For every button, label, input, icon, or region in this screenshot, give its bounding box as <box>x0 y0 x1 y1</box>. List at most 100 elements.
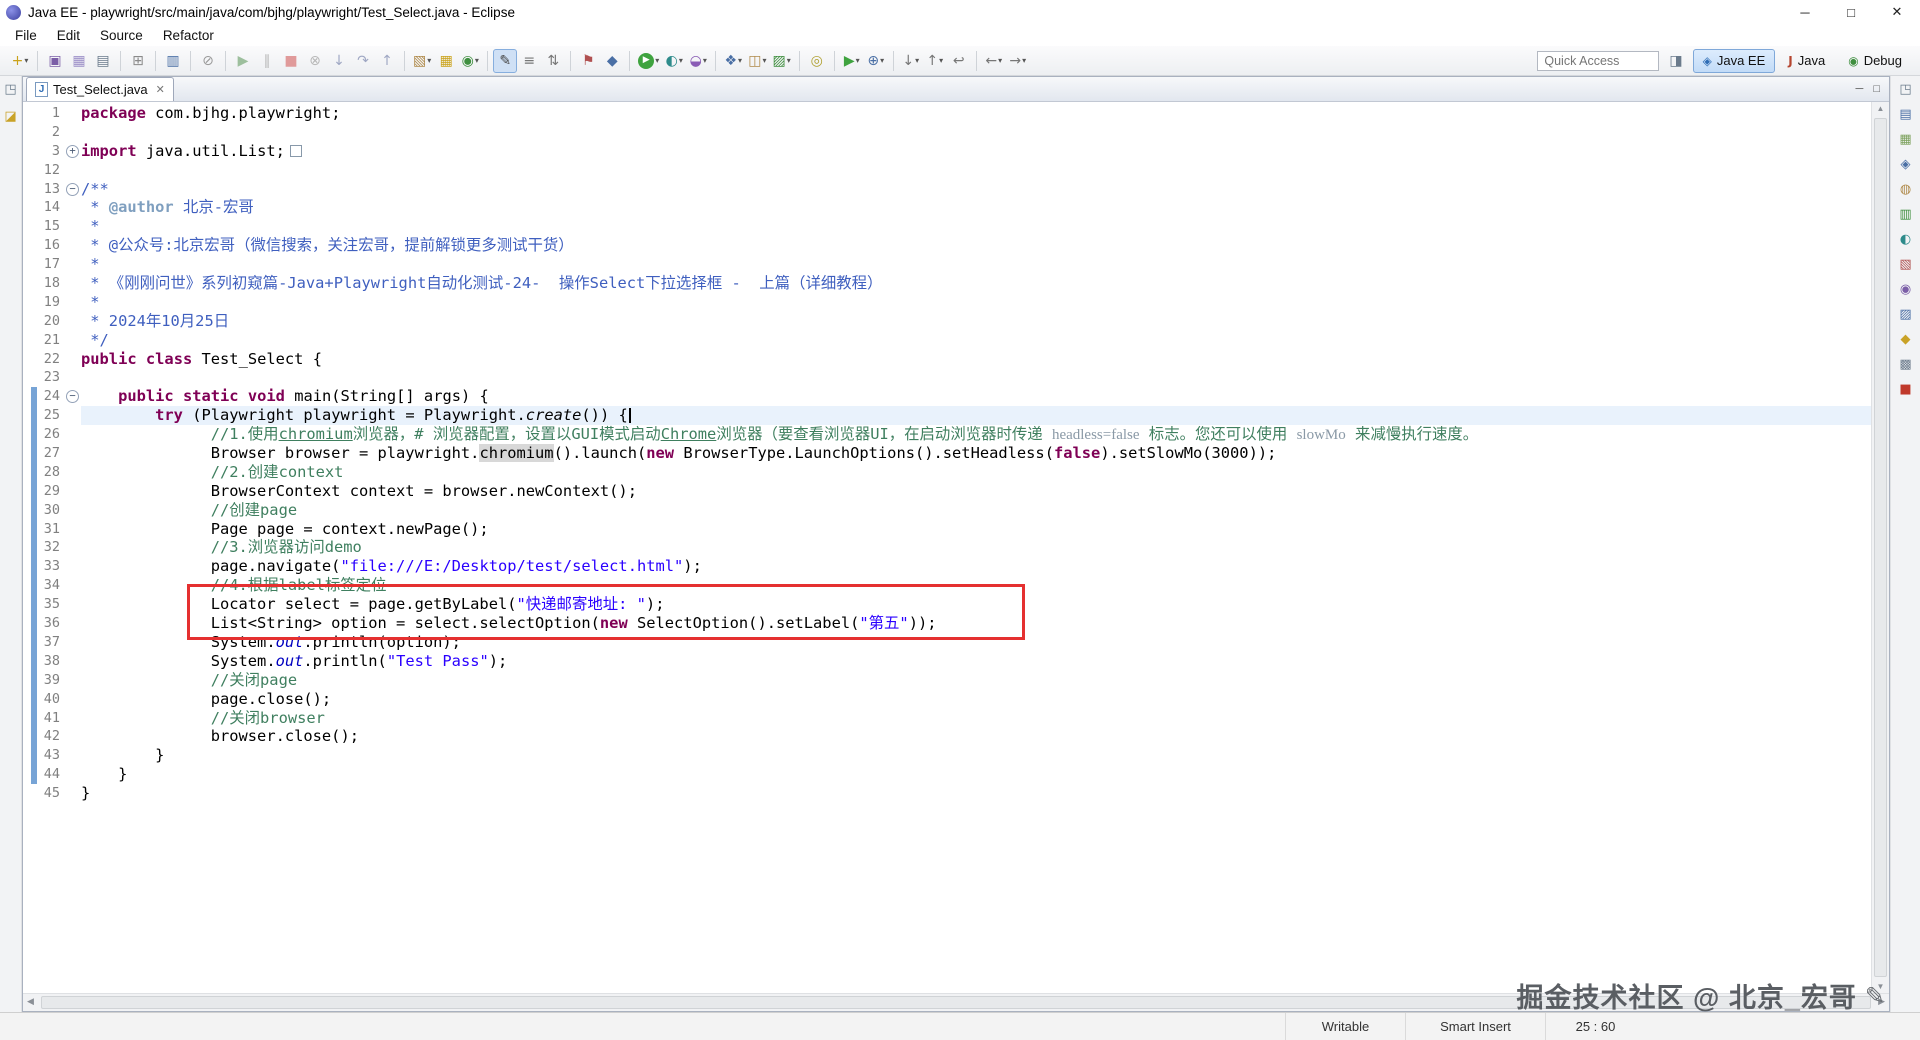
next-annotation-button[interactable]: ↓ ▾ <box>899 49 923 73</box>
search-button[interactable]: ◎ <box>805 49 829 73</box>
code-line-1[interactable]: 1 package com.bjhg.playwright; <box>23 104 1871 123</box>
code-line-20[interactable]: 20 * 2024年10月25日 <box>23 312 1871 331</box>
minimized-view-icon-1[interactable]: ▤ <box>1897 105 1915 123</box>
perspective-java[interactable]: J Java <box>1778 49 1835 73</box>
minimized-view-icon-10[interactable]: ◆ <box>1897 330 1915 348</box>
minimized-view-icon-12[interactable]: ■ <box>1897 380 1915 398</box>
code-line-14[interactable]: 14 * @author 北京-宏哥 <box>23 198 1871 217</box>
minimize-editor-button[interactable]: ─ <box>1856 83 1864 95</box>
resume-button[interactable]: ▶ <box>231 49 255 73</box>
tab-close-icon[interactable]: ✕ <box>156 83 165 96</box>
code-line-35[interactable]: 35 Locator select = page.getByLabel("快递邮… <box>23 595 1871 615</box>
code-line-42[interactable]: 42 browser.close(); <box>23 727 1871 747</box>
step-over-button[interactable]: ↷ <box>351 49 375 73</box>
minimized-view-icon-4[interactable]: ◍ <box>1897 180 1915 198</box>
build-all-button[interactable]: ⊞ <box>126 49 150 73</box>
code-lines[interactable]: 1 package com.bjhg.playwright; 2 3 + import j… <box>23 102 1871 993</box>
new-java-project-button[interactable]: ▧ ▾ <box>410 49 434 73</box>
code-line-25[interactable]: 25 try (Playwright playwright = Playwrig… <box>23 406 1871 426</box>
perspective-java-ee[interactable]: ◈ Java EE <box>1692 48 1776 73</box>
terminate-button[interactable]: ■ <box>279 49 303 73</box>
step-into-button[interactable]: ↓ <box>327 49 351 73</box>
save-button[interactable]: ▣ <box>43 49 67 73</box>
vertical-scroll-thumb[interactable] <box>1874 118 1887 977</box>
minimized-view-icon-5[interactable]: ▥ <box>1897 205 1915 223</box>
minimized-project-explorer-icon[interactable]: ◪ <box>2 107 20 125</box>
code-line-21[interactable]: 21 */ <box>23 331 1871 350</box>
fold-toggle-icon[interactable]: − <box>66 390 79 404</box>
mark-occurrences-toggle[interactable]: ✎ <box>493 48 518 73</box>
new-servlet-button[interactable]: ◫ ▾ <box>745 49 769 73</box>
minimized-view-icon-9[interactable]: ▨ <box>1897 305 1915 323</box>
menu-source[interactable]: Source <box>91 26 152 45</box>
skip-breakpoints-button[interactable]: ⊘ <box>196 49 220 73</box>
code-line-27[interactable]: 27 Browser browser = playwright.chromium… <box>23 444 1871 463</box>
code-line-17[interactable]: 17 * <box>23 255 1871 274</box>
code-line-19[interactable]: 19 * <box>23 293 1871 312</box>
code-line-43[interactable]: 43 } <box>23 746 1871 766</box>
scroll-up-icon[interactable]: ▲ <box>1872 104 1889 113</box>
new-package-button[interactable]: ▦ <box>434 49 458 73</box>
step-return-button[interactable]: ↑ <box>375 49 399 73</box>
vertical-scrollbar[interactable]: ▲ ▼ <box>1871 102 1889 993</box>
fold-toggle-icon[interactable]: + <box>66 144 79 158</box>
code-line-15[interactable]: 15 * <box>23 217 1871 236</box>
code-line-2[interactable]: 2 <box>23 123 1871 142</box>
run-button[interactable]: ▶ ▾ <box>635 49 662 73</box>
code-line-26[interactable]: 26 //1.使用chromium浏览器，# 浏览器配置，设置以GUI模式启动C… <box>23 425 1871 445</box>
minimize-window-button[interactable]: ─ <box>1782 0 1828 24</box>
fold-toggle-icon[interactable]: − <box>66 182 79 196</box>
maximize-window-button[interactable]: □ <box>1828 0 1874 24</box>
close-window-button[interactable]: ✕ <box>1874 0 1920 24</box>
web-browser-button[interactable]: ⊕ ▾ <box>864 49 888 73</box>
minimized-view-icon-3[interactable]: ◈ <box>1897 155 1915 173</box>
code-line-22[interactable]: 22 public class Test_Select { <box>23 350 1871 369</box>
code-line-37[interactable]: 37 System.out.println(option); <box>23 632 1871 652</box>
code-line-12[interactable]: 12 <box>23 161 1871 180</box>
minimized-view-icon-7[interactable]: ▧ <box>1897 255 1915 273</box>
bookmark-button[interactable]: ◆ <box>600 49 624 73</box>
forward-button[interactable]: → ▾ <box>1006 49 1030 73</box>
last-edit-location-button[interactable]: ↩ <box>947 49 971 73</box>
previous-annotation-button[interactable]: ↑ ▾ <box>923 49 947 73</box>
perspective-debug[interactable]: ◉ Debug <box>1838 49 1912 73</box>
open-perspective-button[interactable]: ◨ <box>1666 52 1685 69</box>
minimized-view-icon-11[interactable]: ▩ <box>1897 355 1915 373</box>
code-line-40[interactable]: 40 page.close(); <box>23 689 1871 709</box>
back-button[interactable]: ← ▾ <box>982 49 1006 73</box>
open-console-button[interactable]: ▥ <box>161 49 185 73</box>
code-line-24[interactable]: 24− public static void main(String[] arg… <box>23 387 1871 407</box>
code-line-45[interactable]: 45} <box>23 784 1871 803</box>
suspend-button[interactable]: ∥ <box>255 49 279 73</box>
restore-views-icon[interactable]: ◳ <box>1897 80 1915 98</box>
disconnect-button[interactable]: ⊗ <box>303 49 327 73</box>
code-line-38[interactable]: 38 System.out.println("Test Pass"); <box>23 651 1871 671</box>
minimized-view-icon-2[interactable]: ▦ <box>1897 130 1915 148</box>
maximize-editor-button[interactable]: □ <box>1873 83 1880 95</box>
new-web-project-button[interactable]: ▨ ▾ <box>770 49 794 73</box>
new-class-button[interactable]: ◉ ▾ <box>458 49 482 73</box>
restore-views-icon[interactable]: ◳ <box>2 80 20 98</box>
code-line-44[interactable]: 44 } <box>23 765 1871 785</box>
format-source-button[interactable]: ≡ <box>517 49 541 73</box>
minimized-view-icon-8[interactable]: ◉ <box>1897 280 1915 298</box>
minimized-view-icon-6[interactable]: ◐ <box>1897 230 1915 248</box>
task-flag-button[interactable]: ⚑ <box>576 49 600 73</box>
code-line-34[interactable]: 34 //4.根据label标签定位 <box>23 576 1871 596</box>
code-line-28[interactable]: 28 //2.创建context <box>23 462 1871 482</box>
code-line-18[interactable]: 18 * 《刚刚问世》系列初窥篇-Java+Playwright自动化测试-24… <box>23 274 1871 293</box>
code-line-31[interactable]: 31 Page page = context.newPage(); <box>23 519 1871 539</box>
sort-members-button[interactable]: ⇅ <box>541 49 565 73</box>
code-line-16[interactable]: 16 * @公众号:北京宏哥（微信搜索，关注宏哥，提前解锁更多测试干货） <box>23 236 1871 255</box>
print-button[interactable]: ▤ <box>91 49 115 73</box>
scroll-left-icon[interactable]: ◀ <box>27 996 34 1007</box>
code-line-33[interactable]: 33 page.navigate("file:///E:/Desktop/tes… <box>23 557 1871 577</box>
save-all-button[interactable]: ▦ <box>67 49 91 73</box>
code-line-36[interactable]: 36 List<String> option = select.selectOp… <box>23 614 1871 633</box>
code-line-41[interactable]: 41 //关闭browser <box>23 708 1871 728</box>
collapsed-code-icon[interactable] <box>289 145 302 158</box>
new-server-button[interactable]: ❖ ▾ <box>721 49 745 73</box>
tab-test_select.java[interactable]: J Test_Select.java ✕ <box>26 77 174 101</box>
code-line-23[interactable]: 23 <box>23 368 1871 387</box>
code-line-13[interactable]: 13−/** <box>23 180 1871 199</box>
